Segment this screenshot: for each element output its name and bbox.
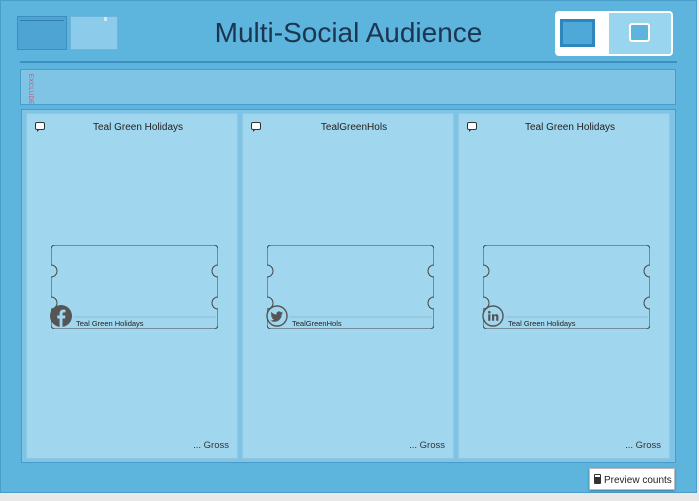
exclude-bar[interactable]: EXCLUDE bbox=[20, 69, 676, 105]
twitter-icon bbox=[266, 305, 288, 327]
card-label: Teal Green Holidays bbox=[508, 319, 576, 328]
audience-panel: Teal Green Holidays Teal Green Holidays … bbox=[21, 109, 676, 463]
card-label: TealGreenHols bbox=[292, 319, 342, 328]
exclude-label: EXCLUDE bbox=[27, 74, 33, 105]
audience-column-linkedin[interactable]: Teal Green Holidays Teal Green Holidays bbox=[458, 113, 670, 459]
header-button-left[interactable] bbox=[17, 16, 67, 50]
header-divider bbox=[20, 61, 677, 63]
column-title: TealGreenHols bbox=[320, 122, 388, 133]
audience-column-facebook[interactable]: Teal Green Holidays Teal Green Holidays … bbox=[26, 113, 238, 459]
audience-column-twitter[interactable]: TealGreenHols TealGreenHols ... Gross bbox=[242, 113, 454, 459]
comment-icon[interactable] bbox=[251, 122, 261, 130]
facebook-icon bbox=[50, 305, 72, 327]
preview-counts-label: Preview counts bbox=[604, 475, 672, 486]
view-toggle[interactable] bbox=[555, 11, 673, 56]
comment-icon[interactable] bbox=[467, 122, 477, 130]
card-label: Teal Green Holidays bbox=[76, 319, 144, 328]
gross-count: ... Gross bbox=[193, 440, 229, 451]
column-title: Teal Green Holidays bbox=[92, 122, 184, 133]
audience-card[interactable]: TealGreenHols bbox=[266, 245, 434, 329]
app-window: Multi-Social Audience EXCLUDE Teal Green… bbox=[0, 0, 697, 493]
header-button-second[interactable] bbox=[70, 16, 118, 50]
audience-card[interactable]: Teal Green Holidays bbox=[482, 245, 650, 329]
mobile-view-icon[interactable] bbox=[609, 11, 673, 56]
desktop-view-icon[interactable] bbox=[555, 11, 601, 56]
audience-card[interactable]: Teal Green Holidays bbox=[50, 245, 218, 329]
linkedin-icon bbox=[482, 305, 504, 327]
preview-counts-button[interactable]: Preview counts bbox=[589, 468, 675, 490]
gross-count: ... Gross bbox=[409, 440, 445, 451]
calculator-icon bbox=[594, 474, 601, 484]
gross-count: ... Gross bbox=[625, 440, 661, 451]
column-title: Teal Green Holidays bbox=[524, 122, 616, 133]
comment-icon[interactable] bbox=[35, 122, 45, 130]
